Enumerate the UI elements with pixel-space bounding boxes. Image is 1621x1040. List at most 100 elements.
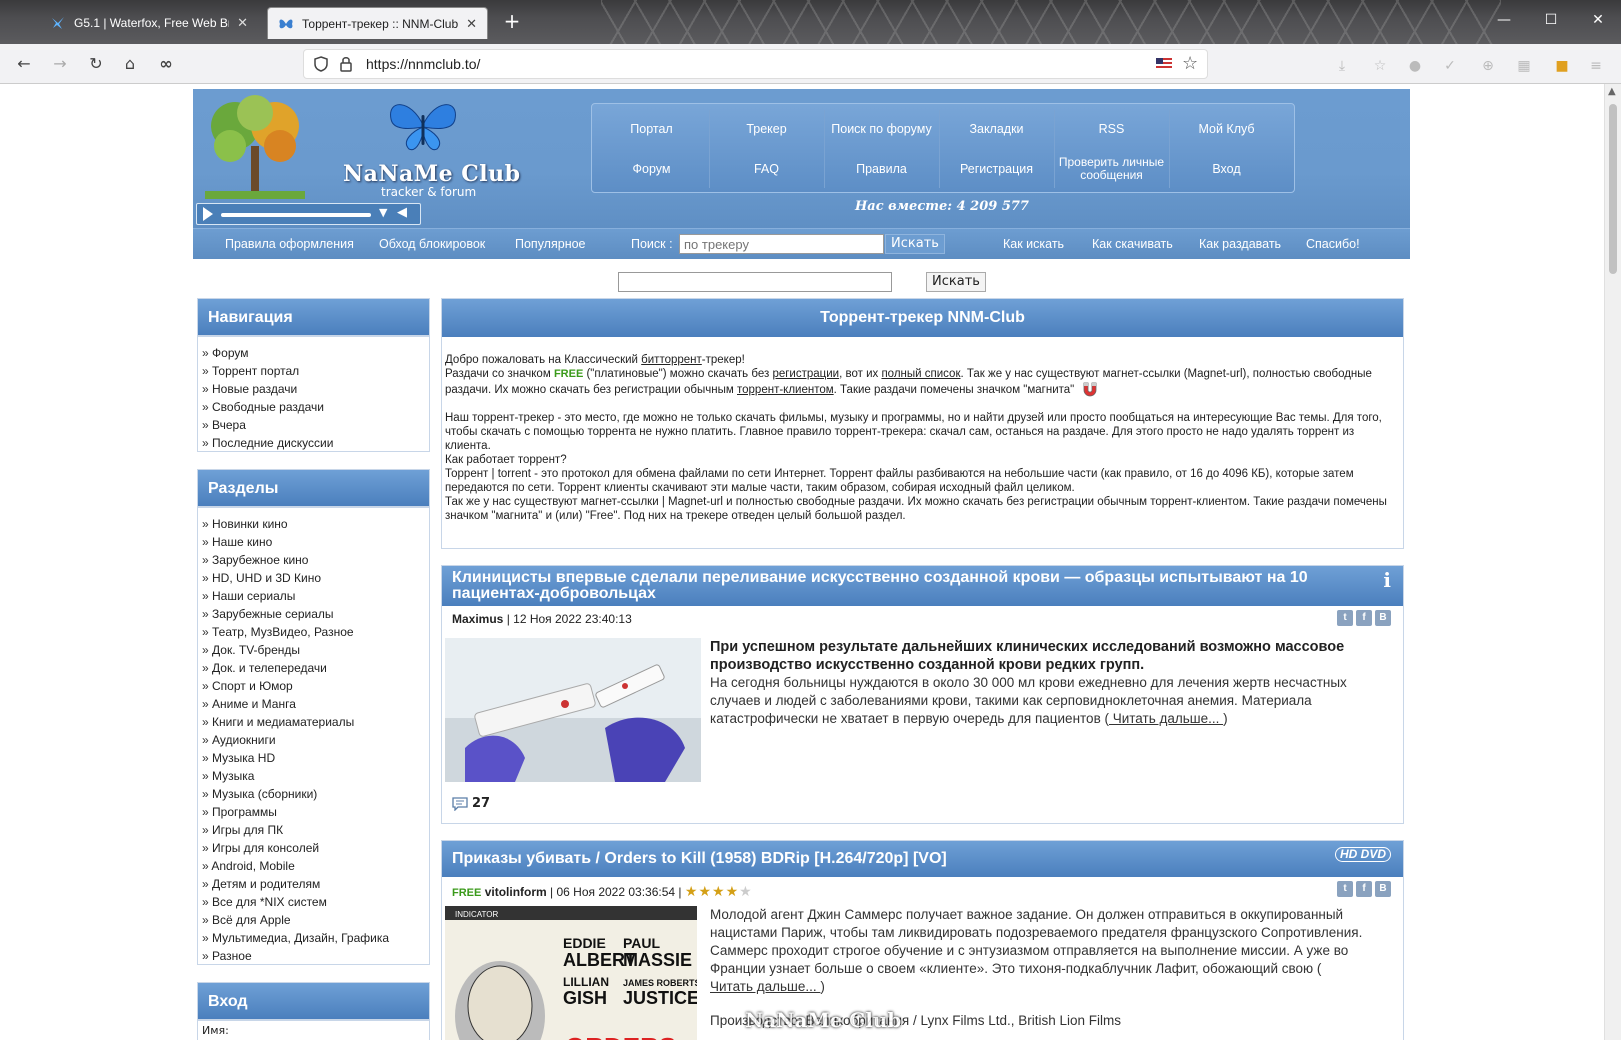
volume-icon[interactable]: ◀ <box>397 205 407 220</box>
tracker-search-input[interactable] <box>679 234 884 254</box>
menu-forum-search[interactable]: Поиск по форуму <box>824 122 939 136</box>
tracking-protection-shield-icon[interactable] <box>314 56 328 75</box>
section-item[interactable]: Спорт и Юмор <box>202 677 425 695</box>
nav-item[interactable]: Торрент портал <box>202 362 425 380</box>
news-thumbnail[interactable] <box>445 638 701 782</box>
sub-link-how-to-seed[interactable]: Как раздавать <box>1199 237 1281 251</box>
tracker-search-button[interactable]: Искать <box>885 234 945 254</box>
menu-check-messages[interactable]: Проверить личные сообщения <box>1054 156 1169 182</box>
section-item[interactable]: Аудиокниги <box>202 731 425 749</box>
nav-item[interactable]: Последние дискуссии <box>202 434 425 452</box>
minimize-button[interactable]: — <box>1493 8 1515 32</box>
section-item[interactable]: Зарубежные сериалы <box>202 605 425 623</box>
section-item[interactable]: Док. TV-бренды <box>202 641 425 659</box>
section-item[interactable]: Программы <box>202 803 425 821</box>
section-item[interactable]: Всё для Apple <box>202 911 425 929</box>
nav-item[interactable]: Новые раздачи <box>202 380 425 398</box>
sub-link-formatting-rules[interactable]: Правила оформления <box>225 237 354 251</box>
sub-link-popular[interactable]: Популярное <box>515 237 586 251</box>
menu-rules[interactable]: Правила <box>824 162 939 176</box>
full-list-link[interactable]: полный список <box>881 368 960 380</box>
menu-faq[interactable]: FAQ <box>709 162 824 176</box>
torrent-title-text[interactable]: Приказы убивать / Orders to Kill (1958) … <box>452 850 947 867</box>
section-item[interactable]: Мультимедиа, Дизайн, Графика <box>202 929 425 947</box>
section-item[interactable]: Музыка HD <box>202 749 425 767</box>
facebook-share-icon[interactable]: f <box>1356 610 1372 626</box>
section-item[interactable]: Разное <box>202 947 425 965</box>
forward-icon[interactable]: → <box>48 52 72 76</box>
movie-poster[interactable]: INDICATOR EDDIE ALBERT PAUL MASSIE LILLI… <box>445 906 697 1040</box>
read-more-link[interactable]: Читать дальше... <box>710 979 820 994</box>
section-item[interactable]: Музыка (сборники) <box>202 785 425 803</box>
info-icon[interactable]: i <box>1383 570 1391 590</box>
url-text[interactable]: https://nnmclub.to/ <box>366 56 480 72</box>
maximize-button[interactable]: ☐ <box>1540 8 1562 32</box>
infinity-icon[interactable]: ∞ <box>154 52 178 76</box>
menu-tracker[interactable]: Трекер <box>709 122 824 136</box>
menu-portal[interactable]: Портал <box>594 122 709 136</box>
section-item[interactable]: Зарубежное кино <box>202 551 425 569</box>
bookmark-star-icon[interactable]: ☆ <box>1182 53 1198 74</box>
news-title-text[interactable]: Клиницисты впервые сделали переливание и… <box>452 569 1308 602</box>
section-item[interactable]: Театр, МузВидео, Разное <box>202 623 425 641</box>
reload-icon[interactable]: ↻ <box>84 52 108 76</box>
sub-link-how-to-download[interactable]: Как скачивать <box>1092 237 1173 251</box>
menu-registration[interactable]: Регистрация <box>939 162 1054 176</box>
dropdown-arrow-icon[interactable]: ▼ <box>379 206 387 219</box>
plus-icon[interactable]: ⊕ <box>1478 56 1498 76</box>
section-item[interactable]: Аниме и Манга <box>202 695 425 713</box>
bittorrent-link[interactable]: битторрент <box>641 354 702 366</box>
vk-share-icon[interactable]: B <box>1375 881 1391 897</box>
section-item[interactable]: Наши сериалы <box>202 587 425 605</box>
news-author[interactable]: Maximus <box>452 612 503 626</box>
torrent-client-link[interactable]: торрент-клиентом <box>737 384 834 396</box>
sub-link-thanks[interactable]: Спасибо! <box>1306 237 1360 251</box>
lock-icon[interactable] <box>340 56 352 75</box>
grid-icon[interactable]: ▦ <box>1514 56 1534 76</box>
section-item[interactable]: Книги и медиаматериалы <box>202 713 425 731</box>
sub-link-bypass-blocks[interactable]: Обход блокировок <box>379 237 485 251</box>
nav-item[interactable]: Вчера <box>202 416 425 434</box>
browser-tab-waterfox[interactable]: G5.1 | Waterfox, Free Web Brow ✕ <box>40 6 258 40</box>
section-item[interactable]: Музыка <box>202 767 425 785</box>
scroll-up-icon[interactable]: ▲ <box>1608 86 1616 97</box>
nav-item[interactable]: Свободные раздачи <box>202 398 425 416</box>
registration-link[interactable]: регистрации <box>772 368 839 380</box>
section-item[interactable]: Android, Mobile <box>202 857 425 875</box>
home-icon[interactable]: ⌂ <box>118 52 142 76</box>
twitter-share-icon[interactable]: t <box>1337 610 1353 626</box>
play-icon[interactable] <box>203 207 213 221</box>
new-tab-button[interactable]: + <box>500 10 524 34</box>
vk-share-icon[interactable]: B <box>1375 610 1391 626</box>
vertical-scrollbar[interactable]: ▲ <box>1604 84 1621 1040</box>
section-item[interactable]: Наше кино <box>202 533 425 551</box>
site-search-input[interactable] <box>618 272 892 292</box>
notification-icon[interactable]: ■ <box>1552 56 1572 76</box>
menu-rss[interactable]: RSS <box>1054 122 1169 136</box>
tab-close-icon[interactable]: ✕ <box>466 16 477 32</box>
torrent-author[interactable]: vitolinform <box>485 885 547 899</box>
news-title[interactable]: Клиницисты впервые сделали переливание и… <box>442 566 1403 606</box>
section-item[interactable]: Док. и телепередачи <box>202 659 425 677</box>
torrent-title[interactable]: Приказы убивать / Orders to Kill (1958) … <box>442 841 1403 877</box>
menu-icon[interactable]: ≡ <box>1586 56 1606 76</box>
scrollbar-thumb[interactable] <box>1609 104 1617 274</box>
section-item[interactable]: Игры для ПК <box>202 821 425 839</box>
section-item[interactable]: HD, UHD и 3D Кино <box>202 569 425 587</box>
menu-my-club[interactable]: Мой Клуб <box>1169 122 1284 136</box>
download-icon[interactable]: ⤓ <box>1332 56 1352 76</box>
site-search-button[interactable]: Искать <box>926 272 986 292</box>
nav-item[interactable]: Форум <box>202 344 425 362</box>
audio-progress-bar[interactable] <box>221 213 371 217</box>
browser-tab-nnmclub[interactable]: Торрент-трекер :: NNM-Club ✕ <box>267 7 488 39</box>
bookmarks-icon[interactable]: ☆ <box>1370 56 1390 76</box>
section-item[interactable]: Новинки кино <box>202 515 425 533</box>
read-more-link[interactable]: Читать дальше... <box>1109 711 1223 726</box>
menu-forum[interactable]: Форум <box>594 162 709 176</box>
close-window-button[interactable]: ✕ <box>1587 8 1609 32</box>
checkmark-icon[interactable]: ✓ <box>1440 56 1460 76</box>
section-item[interactable]: Игры для консолей <box>202 839 425 857</box>
section-item[interactable]: Детям и родителям <box>202 875 425 893</box>
tab-close-icon[interactable]: ✕ <box>237 15 248 31</box>
extension-icon[interactable]: ● <box>1405 56 1425 76</box>
